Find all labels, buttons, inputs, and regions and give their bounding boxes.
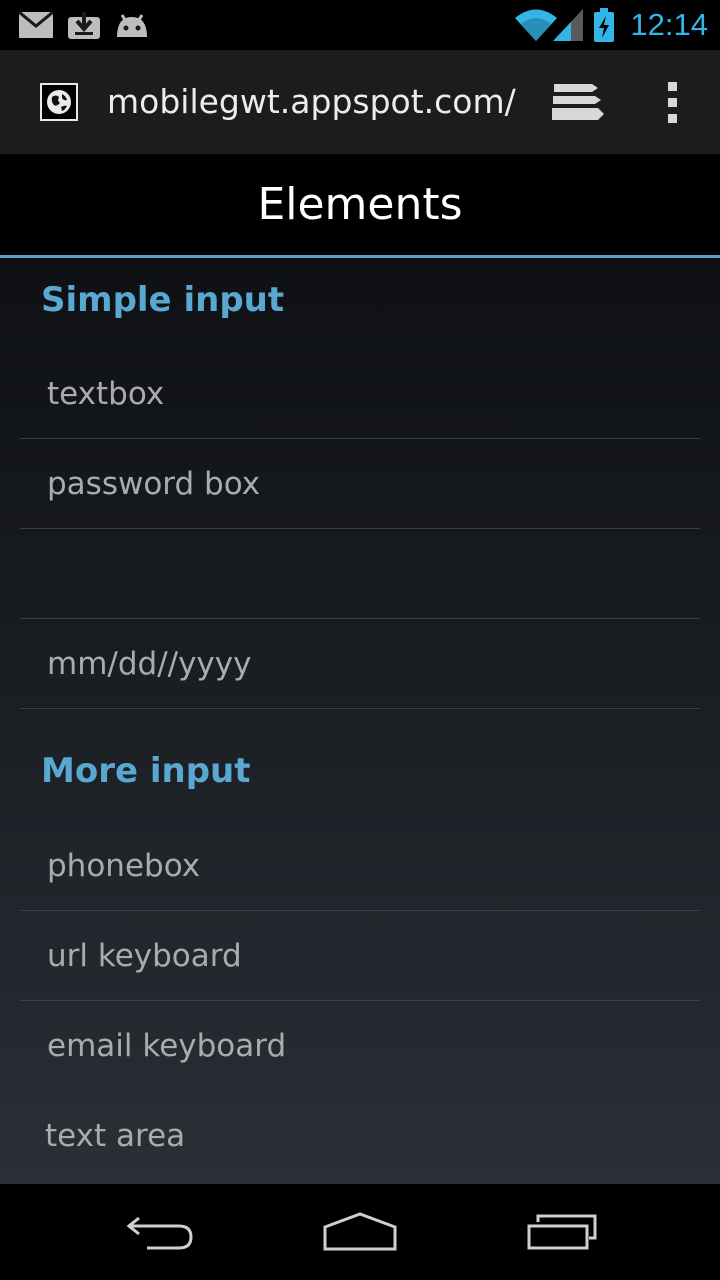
home-icon[interactable] — [295, 1184, 425, 1280]
url-text[interactable]: mobilegwt.appspot.com/ — [107, 76, 516, 128]
text-area-input[interactable]: text area — [20, 1091, 700, 1181]
url-keyboard-input[interactable]: url keyboard — [20, 911, 700, 1001]
phone-screen: 12:14 mobilegwt.appspot.com/ Elements Si… — [0, 0, 720, 1280]
recent-apps-icon[interactable] — [497, 1184, 627, 1280]
signal-icon — [552, 0, 584, 50]
password-box-placeholder: password box — [47, 466, 261, 502]
android-icon — [112, 0, 152, 50]
section-header-more-input: More input — [41, 751, 251, 791]
phonebox-input[interactable]: phonebox — [20, 821, 700, 911]
email-keyboard-input[interactable]: email keyboard — [20, 1001, 700, 1091]
globe-icon — [40, 83, 78, 121]
page-content[interactable]: Simple input textbox password box mm/dd/… — [0, 258, 720, 1184]
date-input-placeholder: mm/dd//yyyy — [47, 646, 252, 682]
browser-url-bar[interactable]: mobilegwt.appspot.com/ — [0, 50, 720, 154]
battery-charging-icon — [592, 0, 616, 50]
status-bar: 12:14 — [0, 0, 720, 50]
gmail-icon — [18, 0, 54, 50]
navigation-bar — [0, 1184, 720, 1280]
overflow-menu-icon[interactable] — [650, 76, 694, 128]
download-icon — [66, 0, 102, 50]
blank-input[interactable] — [20, 529, 700, 619]
back-icon[interactable] — [95, 1184, 225, 1280]
textbox-input[interactable]: textbox — [20, 349, 700, 439]
section-header-simple-input: Simple input — [41, 280, 285, 320]
url-keyboard-placeholder: url keyboard — [47, 938, 242, 974]
tabs-icon[interactable] — [548, 78, 606, 128]
page-header: Elements — [0, 154, 720, 255]
phonebox-placeholder: phonebox — [47, 848, 201, 884]
status-clock: 12:14 — [630, 7, 708, 42]
page-title: Elements — [257, 179, 463, 230]
email-keyboard-placeholder: email keyboard — [47, 1028, 287, 1064]
textbox-placeholder: textbox — [47, 376, 165, 412]
text-area-placeholder: text area — [45, 1118, 186, 1154]
date-input[interactable]: mm/dd//yyyy — [20, 619, 700, 709]
password-box-input[interactable]: password box — [20, 439, 700, 529]
